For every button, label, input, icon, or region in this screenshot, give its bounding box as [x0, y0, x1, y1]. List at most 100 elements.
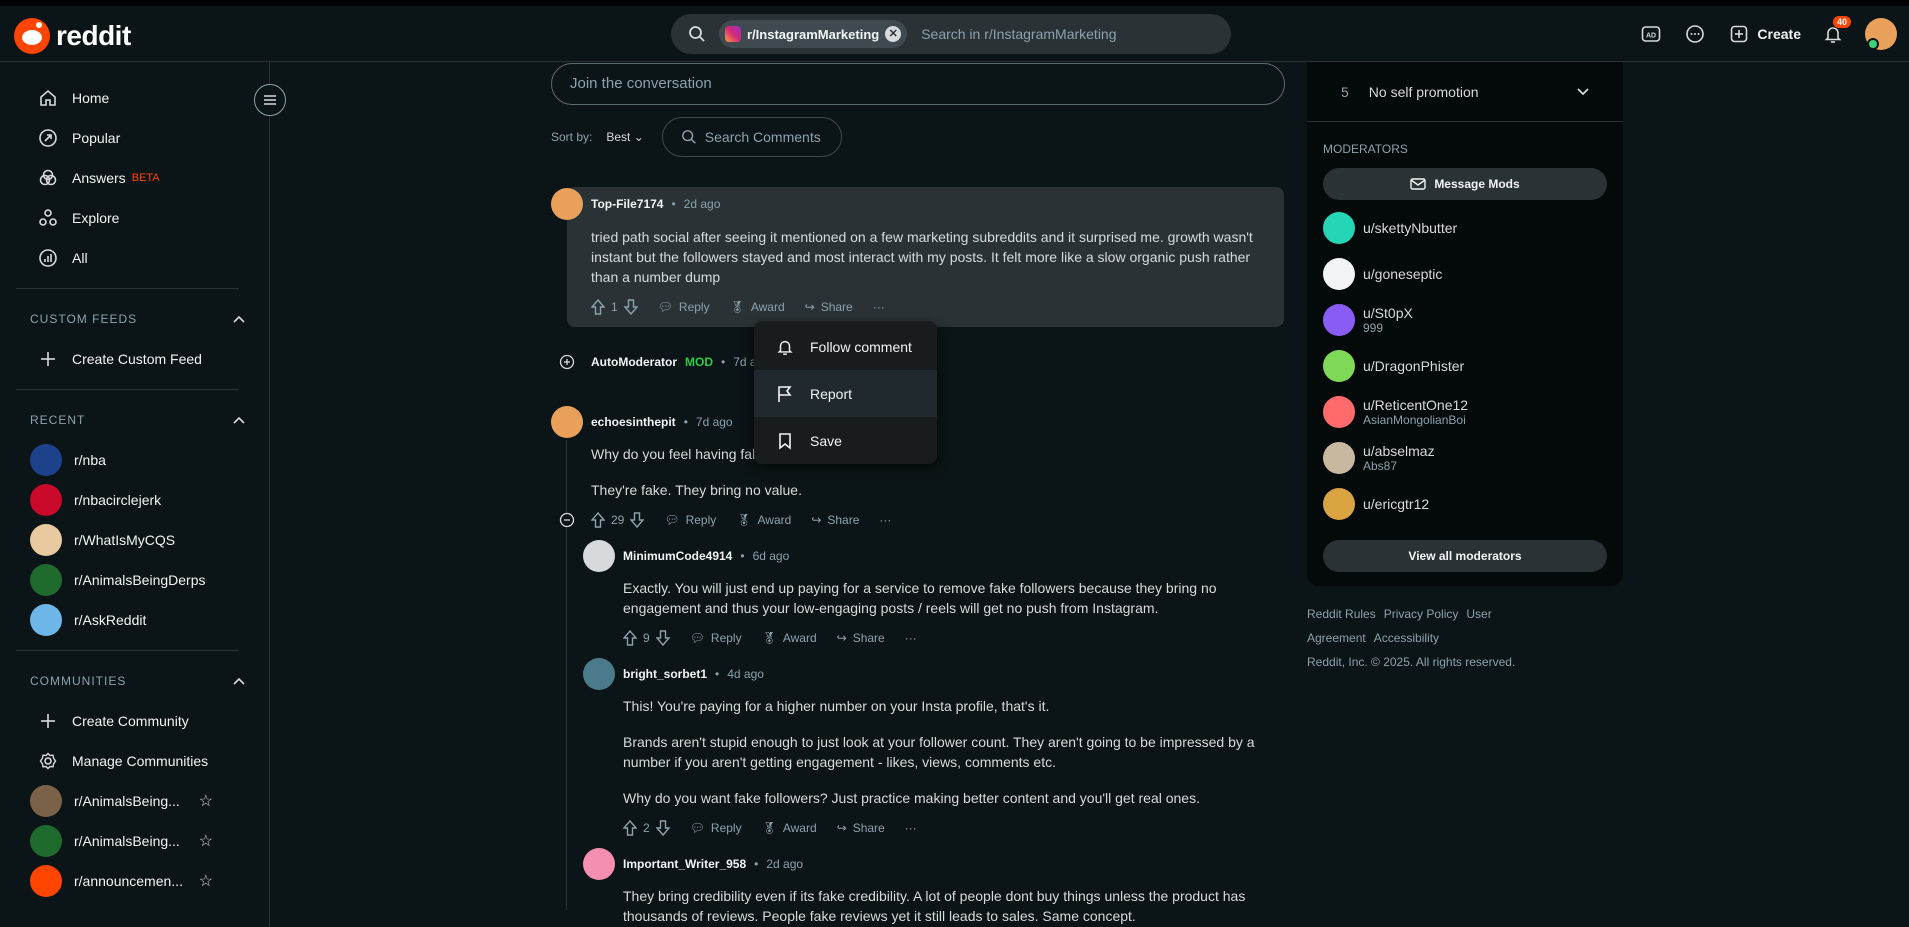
avatar[interactable] — [551, 188, 583, 220]
moderator-item[interactable]: u/DragonPhister — [1307, 346, 1623, 386]
moderator-avatar — [1323, 350, 1355, 382]
avatar[interactable] — [583, 658, 615, 690]
moderator-item[interactable]: u/goneseptic — [1307, 254, 1623, 294]
downvote-icon[interactable] — [630, 512, 645, 528]
moderator-item[interactable]: u/ReticentOne12 AsianMongolianBoi — [1307, 392, 1623, 432]
star-icon[interactable]: ☆ — [199, 871, 213, 891]
create-button[interactable]: Create — [1727, 22, 1801, 46]
report-item[interactable]: Report — [754, 370, 937, 417]
sort-dropdown[interactable]: Best ⌄ — [606, 130, 643, 144]
custom-feeds-header[interactable]: CUSTOM FEEDS — [0, 299, 269, 339]
community-item[interactable]: r/AnimalsBeing... ☆ — [0, 781, 269, 821]
explore-icon — [38, 208, 58, 228]
manage-communities[interactable]: Manage Communities — [0, 741, 269, 781]
community-filter-chip[interactable]: r/InstagramMarketing ✕ — [719, 20, 908, 48]
avatar[interactable] — [583, 540, 615, 572]
downvote-icon[interactable] — [623, 299, 638, 315]
join-conversation-input[interactable]: Join the conversation — [551, 63, 1285, 105]
comment-author[interactable]: echoesinthepit — [591, 415, 676, 429]
more-options-button[interactable]: ··· — [905, 631, 917, 645]
comment-author[interactable]: Top-File7174 — [591, 197, 663, 211]
nav-answers[interactable]: Answers BETA — [0, 158, 269, 198]
award-icon: 🏅︎ — [729, 300, 745, 314]
share-button[interactable]: ↪ Share — [837, 821, 885, 835]
moderator-item[interactable]: u/St0pX 999 — [1307, 300, 1623, 340]
downvote-icon[interactable] — [655, 630, 670, 646]
top-bar: reddit r/InstagramMarketing ✕ Search in … — [0, 0, 1909, 62]
create-community[interactable]: Create Community — [0, 701, 269, 741]
award-button[interactable]: 🏅︎ Award — [730, 300, 785, 314]
user-avatar[interactable] — [1865, 18, 1897, 50]
more-options-button[interactable]: ··· — [905, 821, 917, 835]
upvote-icon[interactable] — [591, 299, 605, 315]
star-icon[interactable]: ☆ — [199, 791, 213, 811]
message-mods-button[interactable]: Message Mods — [1323, 168, 1607, 200]
rule-item[interactable]: 5 No self promotion — [1307, 62, 1623, 122]
collapse-thread-icon[interactable] — [559, 512, 575, 528]
scrollbar[interactable] — [1899, 62, 1909, 927]
reply-button[interactable]: 💬︎ Reply — [658, 300, 710, 314]
share-button[interactable]: ↪ Share — [805, 300, 853, 314]
view-all-moderators-button[interactable]: View all moderators — [1323, 540, 1607, 572]
advertise-icon[interactable]: AD — [1639, 22, 1663, 46]
footer-links: Reddit Rules Privacy Policy User Agreement… — [1307, 602, 1623, 650]
comment-author[interactable]: bright_sorbet1 — [623, 667, 707, 681]
moderator-flair: AsianMongolianBoi — [1363, 413, 1466, 427]
notifications-button[interactable]: 40 — [1821, 16, 1851, 46]
comment-author[interactable]: Important_Writer_958 — [623, 857, 746, 871]
community-item[interactable]: r/AnimalsBeing... ☆ — [0, 821, 269, 861]
footer-link[interactable]: Reddit Rules — [1307, 607, 1376, 621]
moderator-item[interactable]: u/ericgtr12 — [1307, 484, 1623, 524]
search-bar[interactable]: r/InstagramMarketing ✕ Search in r/Insta… — [671, 14, 1231, 54]
comment-author[interactable]: MinimumCode4914 — [623, 549, 732, 563]
section-heading: RECENT — [30, 413, 86, 427]
avatar[interactable] — [551, 406, 583, 438]
share-button[interactable]: ↪ Share — [811, 513, 859, 527]
avatar[interactable] — [583, 848, 615, 880]
save-item[interactable]: Save — [754, 417, 937, 464]
moderator-item[interactable]: u/abselmaz Abs87 — [1307, 438, 1623, 478]
nav-popular[interactable]: Popular — [0, 118, 269, 158]
recent-community[interactable]: r/WhatIsMyCQS — [0, 520, 269, 560]
follow-comment-item[interactable]: Follow comment — [754, 323, 937, 370]
reply-button[interactable]: 💬︎ Reply — [664, 513, 716, 527]
award-button[interactable]: 🏅︎ Award — [736, 513, 791, 527]
popular-icon — [38, 128, 58, 148]
chat-icon[interactable] — [1683, 22, 1707, 46]
reply-button[interactable]: 💬︎ Reply — [690, 631, 742, 645]
community-item[interactable]: r/announcemen... ☆ — [0, 861, 269, 901]
recent-community[interactable]: r/AnimalsBeingDerps — [0, 560, 269, 600]
award-button[interactable]: 🏅︎ Award — [762, 821, 817, 835]
reddit-logo[interactable]: reddit — [14, 18, 131, 54]
moderator-list: u/skettyNbutter u/goneseptic u/St0pX 999 u/D… — [1307, 208, 1623, 524]
recent-header[interactable]: RECENT — [0, 400, 269, 440]
upvote-icon[interactable] — [623, 630, 637, 646]
clear-chip-icon[interactable]: ✕ — [885, 26, 902, 42]
footer-link[interactable]: Privacy Policy — [1384, 607, 1459, 621]
recent-community[interactable]: r/nba — [0, 440, 269, 480]
share-button[interactable]: ↪ Share — [837, 631, 885, 645]
star-icon[interactable]: ☆ — [199, 831, 213, 851]
moderator-item[interactable]: u/skettyNbutter — [1307, 208, 1623, 248]
nav-home[interactable]: Home — [0, 78, 269, 118]
footer-link[interactable]: Accessibility — [1374, 631, 1439, 645]
more-options-button[interactable]: ··· — [879, 513, 891, 527]
nav-explore[interactable]: Explore — [0, 198, 269, 238]
create-custom-feed[interactable]: Create Custom Feed — [0, 339, 269, 379]
more-options-button[interactable]: ··· — [873, 300, 885, 314]
reply-button[interactable]: 💬︎ Reply — [690, 821, 742, 835]
recent-community[interactable]: r/AskReddit — [0, 600, 269, 640]
collapse-sidebar-button[interactable] — [254, 84, 286, 116]
recent-community[interactable]: r/nbacirclejerk — [0, 480, 269, 520]
search-comments-input[interactable]: Search Comments — [661, 117, 842, 157]
nav-all[interactable]: All — [0, 238, 269, 278]
expand-icon[interactable] — [551, 354, 583, 370]
thread-line[interactable] — [566, 440, 567, 910]
search-input[interactable]: Search in r/InstagramMarketing — [921, 26, 1116, 42]
upvote-icon[interactable] — [623, 820, 637, 836]
upvote-icon[interactable] — [591, 512, 605, 528]
downvote-icon[interactable] — [655, 820, 670, 836]
comment-author[interactable]: AutoModerator — [591, 355, 677, 369]
communities-header[interactable]: COMMUNITIES — [0, 661, 269, 701]
award-button[interactable]: 🏅︎ Award — [762, 631, 817, 645]
